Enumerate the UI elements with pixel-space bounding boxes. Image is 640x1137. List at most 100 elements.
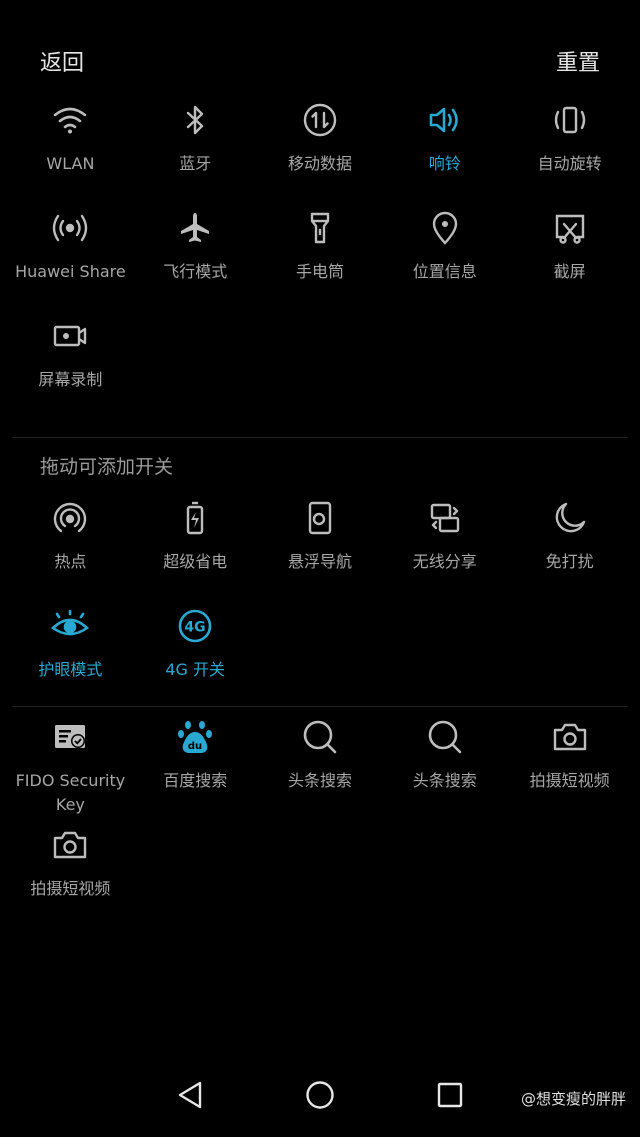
baidu-icon: du bbox=[175, 717, 215, 757]
tile-screenshot[interactable]: 截屏 bbox=[507, 208, 632, 316]
back-button[interactable]: 返回 bbox=[40, 45, 84, 77]
active-tiles-grid: WLAN 蓝牙 移动数据 响铃 自动旋转 Huawei Share 飞行模式 手… bbox=[8, 100, 632, 424]
tile-short-video[interactable]: 拍摄短视频 bbox=[507, 717, 632, 825]
tile-toutiao-search[interactable]: 头条搜索 bbox=[258, 717, 383, 825]
camera-icon bbox=[50, 825, 90, 865]
tile-label: 4G 开关 bbox=[165, 660, 226, 679]
camera-icon bbox=[550, 717, 590, 757]
flashlight-icon bbox=[300, 208, 340, 248]
search-icon bbox=[425, 717, 465, 757]
tile-label: 头条搜索 bbox=[287, 771, 352, 790]
airplane-icon bbox=[175, 208, 215, 248]
tile-label: 响铃 bbox=[428, 154, 461, 173]
tile-label: WLAN bbox=[46, 154, 95, 173]
tile-label: 超级省电 bbox=[163, 552, 228, 571]
tile-label: 无线分享 bbox=[412, 552, 477, 571]
floating-nav-icon bbox=[300, 498, 340, 538]
wireless-share-icon bbox=[425, 498, 465, 538]
tile-screen-record[interactable]: 屏幕录制 bbox=[8, 316, 133, 424]
square-recents-icon bbox=[437, 1082, 463, 1108]
security-key-icon bbox=[50, 717, 90, 757]
tile-location[interactable]: 位置信息 bbox=[382, 208, 507, 316]
available-tiles-grid: 热点 超级省电 悬浮导航 无线分享 免打扰 护眼模式 4G 4G 开关 bbox=[8, 498, 632, 714]
tile-label: 截屏 bbox=[553, 262, 586, 281]
tile-huawei-share[interactable]: Huawei Share bbox=[8, 208, 133, 316]
tile-label: 拍摄短视频 bbox=[30, 879, 111, 898]
mobile-data-icon bbox=[300, 100, 340, 140]
screen-record-icon bbox=[50, 316, 90, 356]
tile-4g[interactable]: 4G 4G 开关 bbox=[133, 606, 258, 714]
tile-bluetooth[interactable]: 蓝牙 bbox=[133, 100, 258, 208]
tile-eye-comfort[interactable]: 护眼模式 bbox=[8, 606, 133, 714]
hotspot-icon bbox=[50, 498, 90, 538]
auto-rotate-icon bbox=[550, 100, 590, 140]
tile-battery-saver[interactable]: 超级省电 bbox=[133, 498, 258, 606]
tile-label: 自动旋转 bbox=[537, 154, 602, 173]
tile-label: 蓝牙 bbox=[179, 154, 212, 173]
active-row-2: Huawei Share 飞行模式 手电筒 位置信息 截屏 bbox=[8, 208, 632, 316]
tile-label: FIDO Security Key bbox=[16, 769, 126, 817]
tile-label-line2: Key bbox=[55, 795, 85, 814]
volume-icon bbox=[425, 100, 465, 140]
tile-label: 悬浮导航 bbox=[287, 552, 352, 571]
navigation-bar: @想变瘦的胖胖 bbox=[0, 1057, 640, 1137]
tile-label: 位置信息 bbox=[412, 262, 477, 281]
top-bar: 返回 重置 bbox=[0, 0, 640, 110]
moon-icon bbox=[550, 498, 590, 538]
tile-auto-rotate[interactable]: 自动旋转 bbox=[507, 100, 632, 208]
back-nav-button[interactable] bbox=[170, 1075, 210, 1115]
tile-do-not-disturb[interactable]: 免打扰 bbox=[507, 498, 632, 606]
tile-toutiao-search-2[interactable]: 头条搜索 bbox=[382, 717, 507, 825]
tile-floating-nav[interactable]: 悬浮导航 bbox=[258, 498, 383, 606]
tile-label: Huawei Share bbox=[15, 262, 126, 281]
huawei-share-icon bbox=[50, 208, 90, 248]
tile-label: 头条搜索 bbox=[412, 771, 477, 790]
tile-flashlight[interactable]: 手电筒 bbox=[258, 208, 383, 316]
tile-ring[interactable]: 响铃 bbox=[382, 100, 507, 208]
tile-label: 热点 bbox=[54, 552, 87, 571]
section-divider-2 bbox=[12, 706, 628, 707]
section-title: 拖动可添加开关 bbox=[40, 456, 174, 478]
screenshot-icon bbox=[550, 208, 590, 248]
tile-label: 屏幕录制 bbox=[38, 370, 103, 389]
third-party-row-1: FIDO Security Key du 百度搜索 头条搜索 头条搜索 拍摄短视… bbox=[8, 717, 632, 825]
tile-mobile-data[interactable]: 移动数据 bbox=[258, 100, 383, 208]
tile-airplane[interactable]: 飞行模式 bbox=[133, 208, 258, 316]
available-row-1: 热点 超级省电 悬浮导航 无线分享 免打扰 bbox=[8, 498, 632, 606]
bluetooth-icon bbox=[175, 100, 215, 140]
tile-label-line1: FIDO Security bbox=[15, 771, 126, 790]
eye-icon bbox=[50, 606, 90, 646]
tile-label: 免打扰 bbox=[545, 552, 594, 571]
tile-label: 移动数据 bbox=[287, 154, 352, 173]
tile-label: 飞行模式 bbox=[163, 262, 228, 281]
watermark-text: @想变瘦的胖胖 bbox=[520, 1090, 626, 1108]
active-row-3: 屏幕录制 bbox=[8, 316, 632, 424]
tile-wireless-share[interactable]: 无线分享 bbox=[382, 498, 507, 606]
watermark: @想变瘦的胖胖 bbox=[521, 1088, 626, 1109]
tile-baidu-search[interactable]: du 百度搜索 bbox=[133, 717, 258, 825]
tile-short-video-2[interactable]: 拍摄短视频 bbox=[8, 825, 133, 933]
reset-button[interactable]: 重置 bbox=[556, 45, 600, 77]
tile-label: 护眼模式 bbox=[38, 660, 103, 679]
battery-saver-icon bbox=[175, 498, 215, 538]
section-divider bbox=[12, 437, 628, 438]
available-row-2: 护眼模式 4G 4G 开关 bbox=[8, 606, 632, 714]
home-nav-button[interactable] bbox=[300, 1075, 340, 1115]
circle-home-icon bbox=[306, 1081, 334, 1109]
tile-fido-security-key[interactable]: FIDO Security Key bbox=[8, 717, 133, 825]
third-party-tiles-grid: FIDO Security Key du 百度搜索 头条搜索 头条搜索 拍摄短视… bbox=[8, 717, 632, 933]
triangle-back-icon bbox=[178, 1081, 202, 1109]
tile-hotspot[interactable]: 热点 bbox=[8, 498, 133, 606]
tile-label: 拍摄短视频 bbox=[529, 771, 610, 790]
active-row-1: WLAN 蓝牙 移动数据 响铃 自动旋转 bbox=[8, 100, 632, 208]
svg-text:du: du bbox=[188, 741, 202, 752]
search-icon bbox=[300, 717, 340, 757]
tile-label: 百度搜索 bbox=[163, 771, 228, 790]
tile-label: 手电筒 bbox=[295, 262, 344, 281]
4g-icon: 4G bbox=[175, 606, 215, 646]
recents-nav-button[interactable] bbox=[430, 1075, 470, 1115]
third-party-row-2: 拍摄短视频 bbox=[8, 825, 632, 933]
location-icon bbox=[425, 208, 465, 248]
svg-text:4G: 4G bbox=[185, 620, 206, 636]
tile-wlan[interactable]: WLAN bbox=[8, 100, 133, 208]
